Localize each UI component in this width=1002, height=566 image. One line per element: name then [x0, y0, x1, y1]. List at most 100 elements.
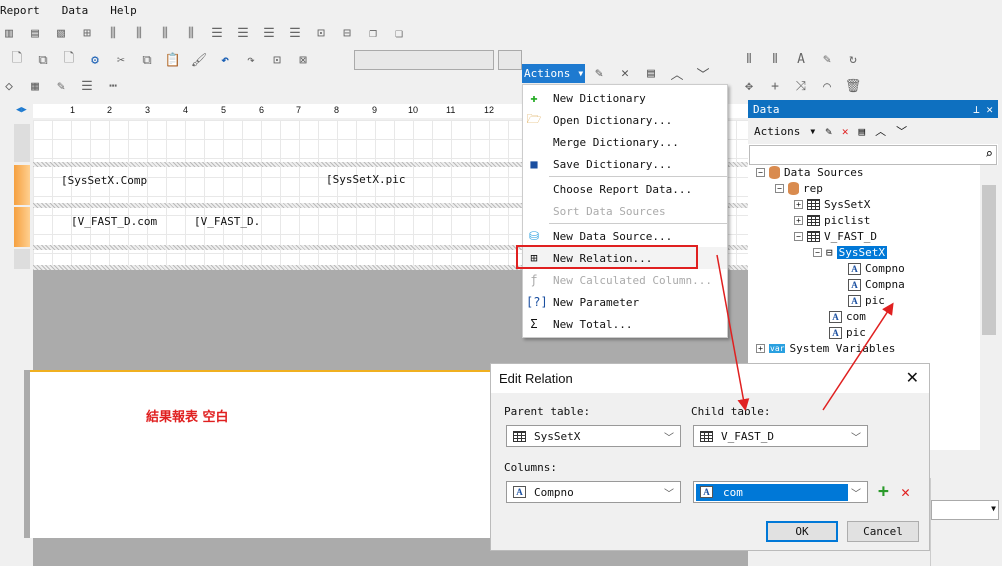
trash-icon[interactable]: 🗑	[844, 79, 862, 94]
remove-column-button[interactable]: ✕	[901, 483, 910, 501]
tree-node[interactable]: Acom	[829, 310, 866, 323]
menu-item-open-dictionary[interactable]: 🗁 Open Dictionary...	[523, 109, 727, 131]
report-field[interactable]: [SysSetX.pic	[326, 173, 405, 186]
size-icon[interactable]: ⊡	[312, 26, 330, 41]
copy-icon[interactable]: ⧉	[34, 53, 52, 68]
delete-icon[interactable]: ✕	[616, 66, 634, 81]
delete-page-icon[interactable]: 🗋	[60, 49, 78, 71]
actions-dropdown-button[interactable]: Actions ▼	[522, 64, 585, 83]
align-icon[interactable]: ▥	[0, 26, 18, 41]
band-marker[interactable]	[14, 165, 30, 205]
menu-data[interactable]: Data	[62, 4, 89, 17]
menu-item-save-dictionary[interactable]: ■ Save Dictionary...	[523, 153, 727, 175]
view-icon[interactable]: ▤	[642, 66, 660, 81]
fill-color-icon[interactable]: ◇	[0, 79, 18, 94]
send-back-icon[interactable]: ❏	[390, 26, 408, 41]
parent-column-select[interactable]: A Compno ﹀	[506, 481, 681, 503]
format-painter-icon[interactable]: 🖌	[190, 53, 208, 68]
tree-node[interactable]: + var System Variables	[756, 342, 895, 355]
view-icon[interactable]: ▤	[858, 125, 865, 138]
tree-node[interactable]: − Data Sources	[756, 166, 863, 179]
align-icon[interactable]: ⫼	[182, 26, 200, 41]
font-color-icon[interactable]: A	[792, 52, 810, 67]
child-column-select[interactable]: Acom ﹀	[693, 481, 868, 503]
menu-help[interactable]: Help	[110, 4, 137, 17]
tree-node[interactable]: − V_FAST_D	[794, 230, 877, 243]
align-icon[interactable]: ▤	[26, 26, 44, 41]
band-marker[interactable]	[14, 249, 30, 269]
tree-node[interactable]: + SysSetX	[794, 198, 870, 211]
up-icon[interactable]: ︿	[875, 123, 886, 139]
align-icon[interactable]: ⦀	[740, 52, 758, 67]
border-color-icon[interactable]: ✎	[52, 79, 70, 94]
data-search-input[interactable]: ⌕	[749, 145, 997, 165]
tree-node[interactable]: + piclist	[794, 214, 870, 227]
plus-icon[interactable]: +	[766, 79, 784, 94]
tree-node[interactable]: Apic	[829, 326, 866, 339]
align-icon[interactable]: ⫼	[130, 26, 148, 41]
align-icon[interactable]: ⦀	[766, 52, 784, 67]
tree-node[interactable]: Apic	[848, 294, 885, 307]
align-icon[interactable]: ☰	[260, 26, 278, 41]
pattern-icon[interactable]: ▦	[26, 79, 44, 94]
border-style-icon[interactable]: ┅	[104, 79, 122, 94]
menu-item-merge-dictionary[interactable]: Merge Dictionary...	[523, 131, 727, 153]
ungroup-icon[interactable]: ⊠	[294, 53, 312, 68]
parent-table-select[interactable]: SysSetX ﹀	[506, 425, 681, 447]
edit-icon[interactable]: ✎	[825, 125, 832, 138]
add-column-button[interactable]: +	[878, 481, 889, 502]
border-width-icon[interactable]: ☰	[78, 79, 96, 94]
copy-icon[interactable]: ⧉	[138, 53, 156, 68]
align-icon[interactable]: ☰	[286, 26, 304, 41]
size-combo[interactable]	[498, 50, 522, 70]
connector-icon[interactable]: ⤨	[792, 79, 810, 94]
settings-icon[interactable]: ⚙	[86, 53, 104, 68]
tree-scrollbar[interactable]	[980, 165, 998, 450]
pin-icon[interactable]: ⊥	[973, 103, 980, 116]
search-icon[interactable]: ⌕	[985, 147, 993, 162]
menu-item-new-total[interactable]: Σ New Total...	[523, 313, 727, 335]
new-page-icon[interactable]: 🗋	[8, 49, 26, 71]
band-marker[interactable]	[14, 124, 30, 162]
paste-icon[interactable]: 📋	[164, 53, 182, 68]
align-icon[interactable]: ⫼	[156, 26, 174, 41]
size-icon[interactable]: ⊟	[338, 26, 356, 41]
down-icon[interactable]: ﹀	[896, 123, 907, 139]
up-icon[interactable]: ︿	[668, 64, 686, 83]
rotate-icon[interactable]: ↻	[844, 52, 862, 67]
align-icon[interactable]: ▧	[52, 26, 70, 41]
align-icon[interactable]: ⫼	[104, 26, 122, 41]
menu-item-new-parameter[interactable]: [?] New Parameter	[523, 291, 727, 313]
cut-icon[interactable]: ✂	[112, 53, 130, 68]
menu-item-choose-report-data[interactable]: Choose Report Data...	[523, 178, 727, 200]
dropdown-arrow-icon[interactable]: ▼	[810, 127, 815, 136]
tree-node[interactable]: A Compno	[848, 262, 905, 275]
properties-combo[interactable]: ▼	[931, 500, 999, 520]
tree-node-selected[interactable]: − ⊟ SysSetX	[813, 246, 887, 259]
band-marker[interactable]	[14, 207, 30, 247]
tree-node[interactable]: − rep	[775, 182, 823, 195]
highlight-icon[interactable]: ✎	[818, 52, 836, 67]
down-icon[interactable]: ﹀	[694, 64, 712, 83]
report-field[interactable]: [SysSetX.Comp	[61, 174, 147, 187]
ruler-nav-icon[interactable]: ◀▶	[16, 105, 27, 115]
align-icon[interactable]: ☰	[208, 26, 226, 41]
ok-button[interactable]: OK	[766, 521, 838, 542]
align-icon[interactable]: ☰	[234, 26, 252, 41]
align-icon[interactable]: ⊞	[78, 26, 96, 41]
menu-item-new-dictionary[interactable]: ✚ New Dictionary	[523, 87, 727, 109]
actions-button[interactable]: Actions	[754, 125, 800, 138]
report-field[interactable]: [V_FAST_D.	[194, 215, 260, 228]
delete-icon[interactable]: ✕	[842, 125, 849, 138]
cancel-button[interactable]: Cancel	[847, 521, 919, 542]
redo-icon[interactable]: ↷	[242, 53, 260, 68]
curve-icon[interactable]: ⌒	[818, 79, 836, 94]
undo-icon[interactable]: ↶	[216, 53, 234, 68]
child-table-select[interactable]: V_FAST_D ﹀	[693, 425, 868, 447]
edit-icon[interactable]: ✎	[590, 66, 608, 81]
report-field[interactable]: [V_FAST_D.com	[71, 215, 157, 228]
move-icon[interactable]: ✥	[740, 79, 758, 94]
tree-node[interactable]: A Compna	[848, 278, 905, 291]
bring-front-icon[interactable]: ❐	[364, 26, 382, 41]
font-combo[interactable]	[354, 50, 494, 70]
